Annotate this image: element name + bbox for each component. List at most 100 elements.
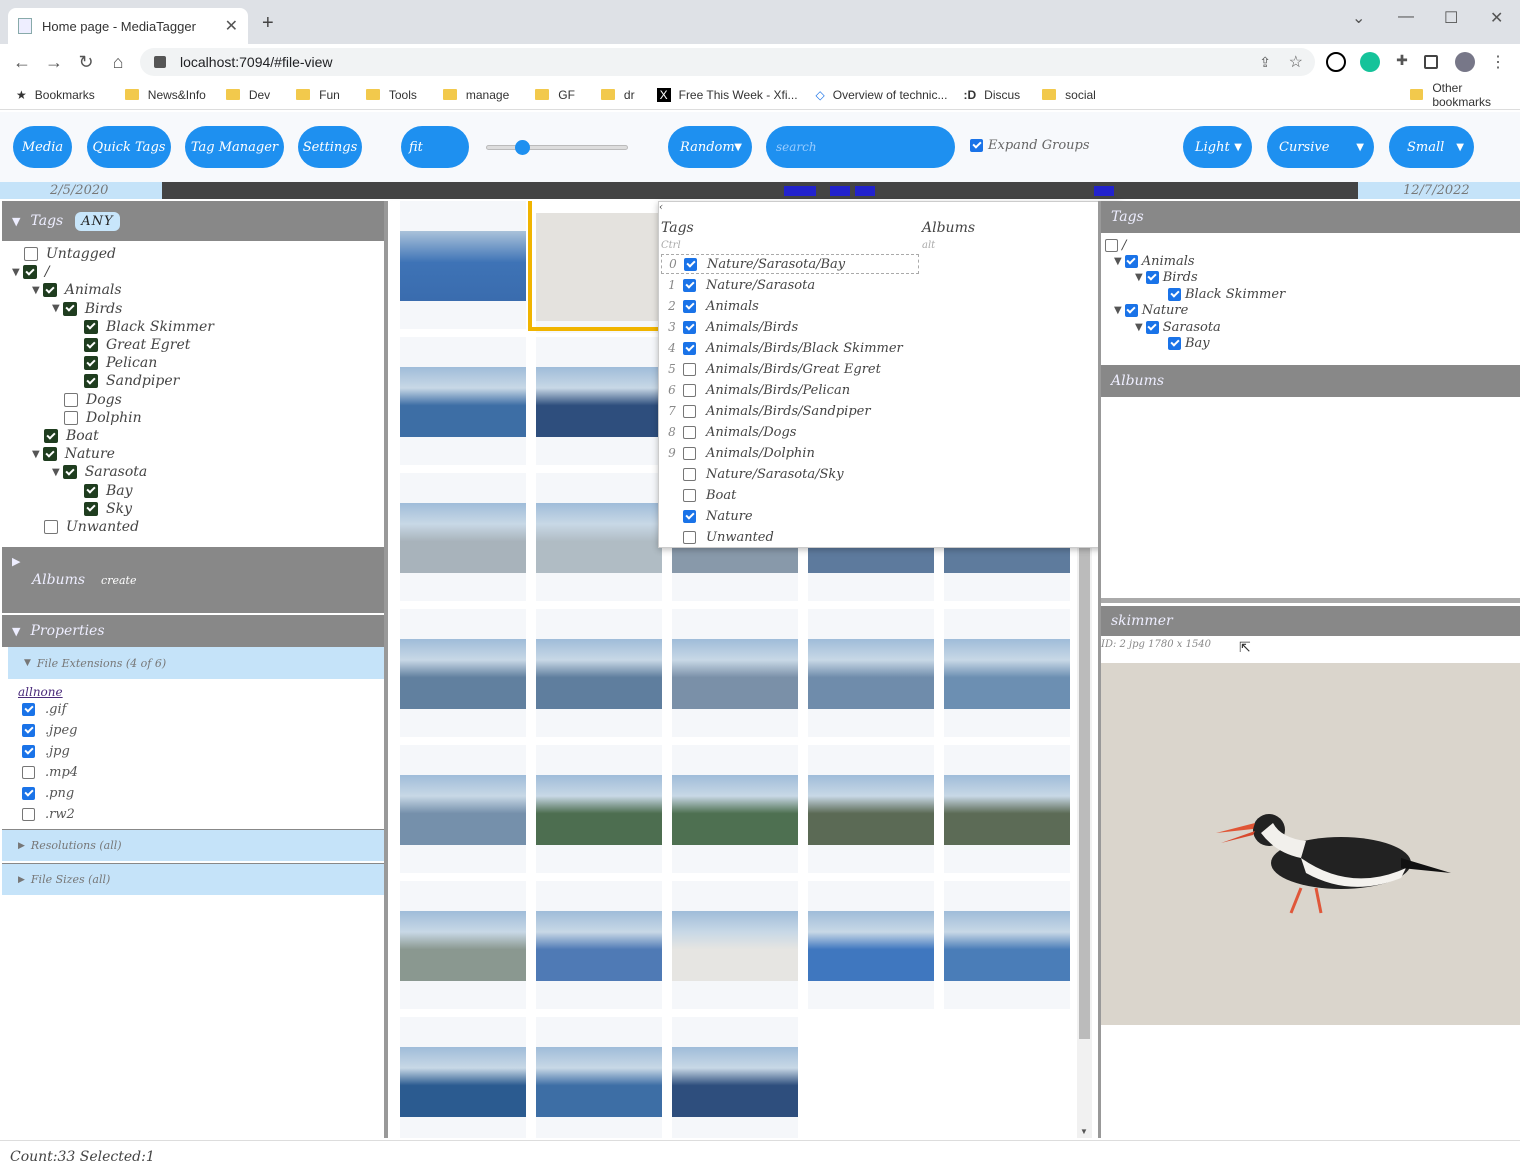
thumbnail-image[interactable] (536, 639, 662, 709)
back-icon[interactable]: ← (6, 52, 38, 73)
thumbnail-image[interactable] (808, 911, 934, 981)
thumbnail-image[interactable] (808, 639, 934, 709)
bookmark-folder[interactable]: Tools (365, 88, 417, 102)
thumbnail-image[interactable] (400, 367, 526, 437)
quick-tag-row[interactable]: 6 Animals/Birds/Pelican (661, 380, 850, 400)
file-extensions-header[interactable]: ▼ File Extensions (4 of 6) (8, 647, 384, 679)
tab-search-icon[interactable]: ⌄ (1352, 8, 1365, 28)
puzzle-icon[interactable]: ✚ (1392, 52, 1412, 72)
bookmark-star-icon[interactable]: ☆ (1289, 52, 1303, 72)
quick-tag-row[interactable]: 3 Animals/Birds (661, 317, 798, 337)
thumbnail-cell[interactable] (400, 609, 526, 737)
bookmark-folder[interactable]: GF (535, 88, 575, 102)
bookmark-item[interactable]: X Free This Week - Xfi... (656, 87, 798, 102)
thumbnail-cell[interactable] (944, 745, 1070, 873)
forward-icon[interactable]: → (38, 52, 70, 73)
close-tab-icon[interactable]: ✕ (225, 16, 238, 36)
thumbnail-cell[interactable] (536, 337, 662, 465)
extension-filter-item[interactable]: .gif (2, 699, 384, 720)
tag-tree-item[interactable]: Pelican (84, 354, 157, 372)
thumbnail-image[interactable] (672, 775, 798, 845)
thumbnail-image[interactable] (400, 775, 526, 845)
item-tag[interactable]: ▼ Sarasota (1135, 319, 1221, 335)
tag-tree-item[interactable]: ▼ / (12, 263, 49, 281)
thumbnail-image[interactable] (672, 1047, 798, 1117)
quick-tag-row[interactable]: 9 Animals/Dolphin (661, 443, 815, 463)
quick-tag-row[interactable]: 2 Animals (661, 296, 759, 316)
tag-checkbox[interactable] (44, 520, 58, 534)
tag-match-any-button[interactable]: ANY (75, 211, 120, 231)
thumbnail-cell[interactable] (400, 473, 526, 601)
thumbnail-image[interactable] (536, 1047, 662, 1117)
tag-checkbox[interactable] (84, 319, 98, 334)
tag-tree-item[interactable]: Great Egret (84, 336, 190, 354)
new-tab-icon[interactable]: + (262, 12, 274, 35)
tag-checkbox[interactable] (64, 410, 78, 425)
item-tag[interactable]: Bay (1168, 335, 1210, 351)
item-tag[interactable]: ▼ Animals (1114, 253, 1195, 269)
thumbnail-image[interactable] (536, 911, 662, 981)
url-field[interactable]: localhost:7094/#file-view ⇪ ☆ (140, 48, 1315, 76)
timeline-bar[interactable] (162, 182, 1358, 199)
sidepanel-icon[interactable] (1424, 55, 1438, 69)
sort-select[interactable]: Random ▼ (668, 126, 752, 168)
thumbnail-cell[interactable] (944, 881, 1070, 1009)
quick-tags-button[interactable]: Quick Tags (87, 126, 171, 168)
tag-checkbox[interactable] (42, 283, 57, 298)
timeline[interactable]: 2/5/2020 12/7/2022 (0, 182, 1520, 199)
tag-tree-item[interactable]: Boat (44, 427, 99, 445)
tag-checkbox[interactable] (42, 447, 57, 462)
tag-checkbox[interactable] (84, 356, 98, 371)
thumbnail-image[interactable] (944, 911, 1070, 981)
thumbnail-image[interactable] (400, 1047, 526, 1117)
slider-knob[interactable] (515, 140, 530, 155)
tag-manager-button[interactable]: Tag Manager (185, 126, 284, 168)
share-icon[interactable]: ⇪ (1259, 54, 1271, 71)
search-input[interactable]: search (766, 126, 955, 168)
quick-tag-row[interactable]: Nature/Sarasota/Sky (661, 464, 844, 484)
all-none-link[interactable]: allnone (2, 679, 384, 699)
tag-tree-item[interactable]: Untagged (24, 245, 116, 263)
tag-tree-item[interactable]: Sandpiper (84, 372, 179, 390)
thumbnail-image[interactable] (944, 775, 1070, 845)
thumbnail-image[interactable] (808, 775, 934, 845)
profile-avatar[interactable] (1455, 52, 1475, 72)
bookmark-folder[interactable]: Fun (296, 88, 340, 102)
bookmark-item[interactable]: :D Discus (963, 88, 1020, 102)
thumbnail-image[interactable] (944, 639, 1070, 709)
quick-tag-row[interactable]: 4 Animals/Birds/Black Skimmer (661, 338, 903, 358)
grammarly-icon[interactable] (1360, 52, 1380, 72)
thumbnail-cell[interactable] (400, 1017, 526, 1138)
resolutions-header[interactable]: ▶ Resolutions (all) (2, 829, 384, 861)
extension-icon[interactable] (1326, 52, 1346, 72)
thumbnail-cell[interactable] (672, 1017, 798, 1138)
tag-checkbox[interactable] (62, 465, 77, 480)
thumbnail-cell[interactable] (536, 1017, 662, 1138)
extension-filter-item[interactable]: .jpeg (2, 720, 384, 741)
tag-tree-item[interactable]: Black Skimmer (84, 318, 214, 336)
item-tag[interactable]: ▼ Nature (1114, 303, 1188, 319)
menu-icon[interactable]: ⋮ (1490, 52, 1510, 72)
item-tag[interactable]: ▼ Birds (1135, 270, 1198, 286)
bookmark-item[interactable]: ◇ Overview of technic... (816, 88, 948, 102)
home-icon[interactable]: ⌂ (102, 52, 134, 73)
media-button[interactable]: Media (13, 126, 72, 168)
thumbnail-cell[interactable] (808, 745, 934, 873)
tag-tree-item[interactable]: Bay (84, 482, 133, 500)
thumbnail-cell[interactable] (536, 473, 662, 601)
thumbnail-image[interactable] (536, 503, 662, 573)
tag-tree-item[interactable]: Sky (84, 500, 132, 518)
thumbnail-size-slider[interactable] (486, 140, 628, 155)
tag-tree-item[interactable]: ▼ Sarasota (52, 463, 147, 481)
tag-checkbox[interactable] (44, 429, 58, 443)
bookmark-folder[interactable]: dr (600, 88, 635, 102)
fit-select[interactable]: fit (401, 126, 469, 168)
bookmark-folder[interactable]: Dev (225, 88, 270, 102)
thumbnail-cell[interactable] (536, 609, 662, 737)
right-albums-header[interactable]: Albums (1101, 365, 1520, 397)
quick-tag-row[interactable]: 0 Nature/Sarasota/Bay (661, 254, 919, 274)
size-select[interactable]: Small ▼ (1389, 126, 1474, 168)
extension-filter-item[interactable]: .mp4 (2, 762, 384, 783)
quick-tag-row[interactable]: 5 Animals/Birds/Great Egret (661, 359, 881, 379)
thumbnail-cell[interactable] (808, 881, 934, 1009)
